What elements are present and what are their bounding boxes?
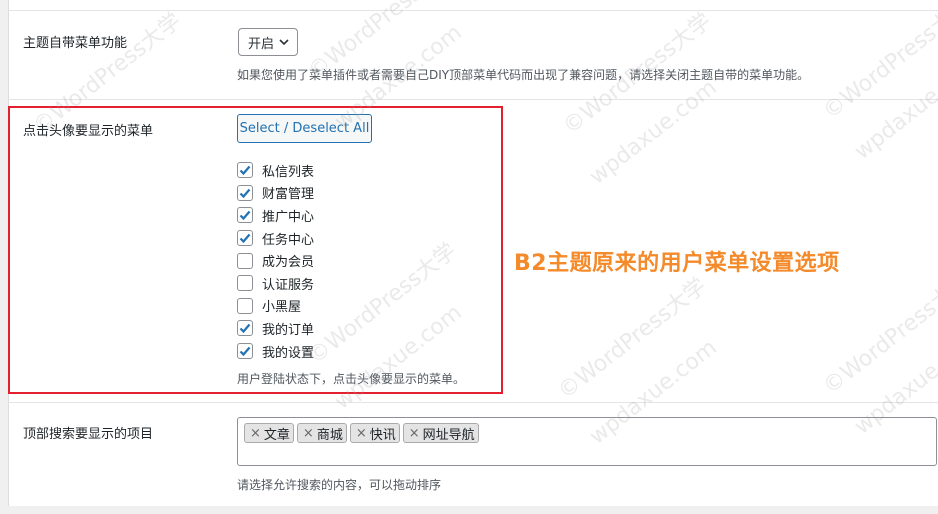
tag-item[interactable]: × 网址导航 xyxy=(402,423,479,443)
menu-toggle-select[interactable]: 开启 xyxy=(238,28,298,56)
checkbox-row[interactable]: 推广中心 xyxy=(237,204,314,227)
tag-remove-icon[interactable]: × xyxy=(250,426,261,441)
checkbox-row[interactable]: 私信列表 xyxy=(237,159,314,182)
annotation-text: B2主题原来的用户菜单设置选项 xyxy=(514,251,840,276)
row-divider xyxy=(8,402,938,403)
checkbox[interactable] xyxy=(237,230,253,247)
tag-remove-icon[interactable]: × xyxy=(303,426,314,441)
checkmark-icon xyxy=(239,324,251,334)
search-items-description: 请选择允许搜索的内容，可以拖动排序 xyxy=(237,478,442,492)
row-divider xyxy=(8,99,938,100)
checkbox-row[interactable]: 任务中心 xyxy=(237,227,314,250)
select-deselect-all-button[interactable]: Select / Deselect All xyxy=(237,114,372,143)
checkmark-icon xyxy=(239,166,251,176)
checkmark-icon xyxy=(239,346,251,357)
checkbox[interactable] xyxy=(237,184,253,201)
search-items-tag-input[interactable]: × 文章 × 商城 × 快讯 × 网址导航 xyxy=(237,417,937,466)
checkbox-row[interactable]: 财富管理 xyxy=(237,182,314,205)
checkbox[interactable] xyxy=(237,252,253,269)
avatar-menu-description: 用户登陆状态下，点击头像要显示的菜单。 xyxy=(237,372,466,386)
tag-item[interactable]: × 商城 xyxy=(296,423,347,443)
checkmark-icon xyxy=(239,233,251,244)
checkbox[interactable] xyxy=(237,343,253,360)
checkmark-icon xyxy=(239,188,251,199)
tag-item[interactable]: × 文章 xyxy=(244,423,294,443)
checkbox-label: 我的设置 xyxy=(262,345,315,361)
avatar-menu-label: 点击头像要显示的菜单 xyxy=(23,124,154,139)
checkbox-row[interactable]: 成为会员 xyxy=(237,249,314,272)
tag-label: 商城 xyxy=(316,427,343,443)
checkbox-label: 任务中心 xyxy=(262,232,315,248)
checkbox-row[interactable]: 我的设置 xyxy=(237,340,314,363)
tag-remove-icon[interactable]: × xyxy=(409,426,420,441)
checkbox[interactable] xyxy=(237,320,253,337)
checkbox[interactable] xyxy=(237,275,253,292)
checkbox[interactable] xyxy=(237,207,253,224)
menu-toggle-selected-value: 开启 xyxy=(248,36,275,52)
tag-list: × 文章 × 商城 × 快讯 × 网址导航 xyxy=(244,423,479,443)
checkbox-row[interactable]: 我的订单 xyxy=(237,317,314,340)
tag-label: 网址导航 xyxy=(422,427,475,443)
checkbox-label: 认证服务 xyxy=(262,277,315,293)
chevron-down-icon xyxy=(279,39,289,46)
tag-label: 文章 xyxy=(263,427,290,443)
checkbox-label: 小黑屋 xyxy=(262,300,302,316)
checkbox-label: 成为会员 xyxy=(262,255,315,271)
avatar-menu-checkbox-list: 私信列表 财富管理 推广中心 任务中心 成为会员 认证服务 小黑屋 我的订单 我… xyxy=(237,159,314,362)
checkbox-row[interactable]: 小黑屋 xyxy=(237,295,314,318)
checkbox-label: 私信列表 xyxy=(262,164,315,180)
row-divider xyxy=(8,10,938,11)
menu-toggle-description: 如果您使用了菜单插件或者需要自己DIY顶部菜单代码而出现了兼容问题，请选择关闭主… xyxy=(237,68,810,82)
menu-toggle-label: 主题自带菜单功能 xyxy=(23,36,128,51)
tag-remove-icon[interactable]: × xyxy=(356,426,367,441)
tag-item[interactable]: × 快讯 xyxy=(349,423,400,443)
checkbox-row[interactable]: 认证服务 xyxy=(237,272,314,295)
search-items-label: 顶部搜索要显示的项目 xyxy=(23,427,154,442)
checkbox-label: 财富管理 xyxy=(262,187,315,203)
checkmark-icon xyxy=(239,211,251,221)
checkbox-label: 我的订单 xyxy=(262,322,315,338)
checkbox-label: 推广中心 xyxy=(262,209,315,225)
tag-label: 快讯 xyxy=(369,427,396,443)
checkbox[interactable] xyxy=(237,297,253,314)
checkbox[interactable] xyxy=(237,162,253,179)
